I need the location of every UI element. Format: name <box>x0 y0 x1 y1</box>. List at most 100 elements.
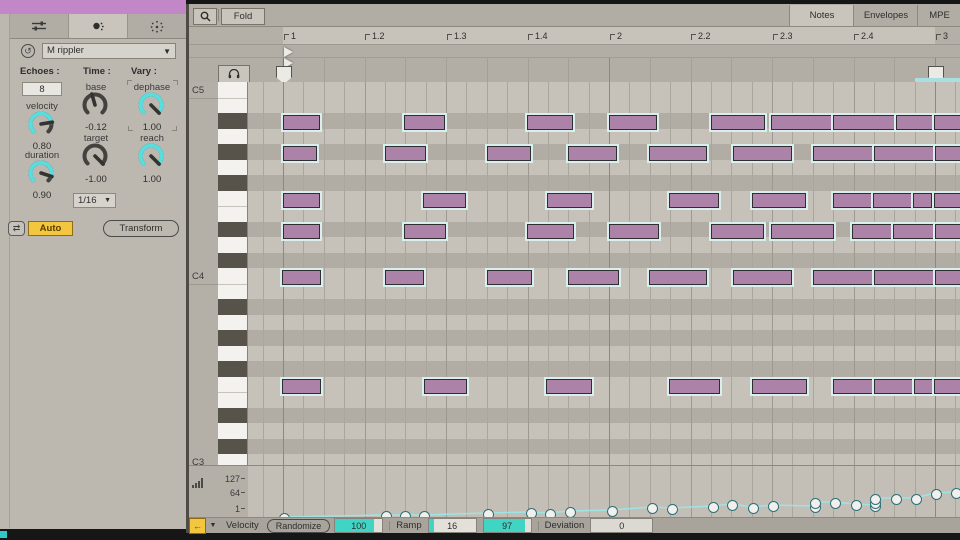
velocity-marker[interactable] <box>545 509 556 518</box>
midi-note[interactable] <box>933 144 960 163</box>
velocity-marker[interactable] <box>911 494 922 505</box>
velocity-marker[interactable] <box>851 500 862 511</box>
velocity-marker[interactable] <box>647 503 658 514</box>
piano-key-black[interactable] <box>218 253 248 269</box>
piano-key-black[interactable] <box>218 330 248 346</box>
tab-notes[interactable]: Notes <box>789 5 854 26</box>
midi-note[interactable] <box>402 222 448 241</box>
midi-note[interactable] <box>485 144 533 163</box>
midi-note[interactable] <box>281 144 319 163</box>
midi-note[interactable] <box>544 377 594 396</box>
midi-note[interactable] <box>731 268 794 287</box>
midi-note[interactable] <box>667 191 721 210</box>
midi-note[interactable] <box>422 377 469 396</box>
tab-focus[interactable] <box>128 14 186 38</box>
auto-button[interactable]: Auto <box>28 221 73 236</box>
midi-note[interactable] <box>709 113 767 132</box>
velocity-lane[interactable] <box>248 465 960 517</box>
midi-note[interactable] <box>891 222 939 241</box>
midi-note[interactable] <box>831 113 897 132</box>
velocity-marker[interactable] <box>768 501 779 512</box>
midi-note[interactable] <box>731 144 794 163</box>
search-button[interactable] <box>193 8 217 25</box>
velocity-marker[interactable] <box>565 507 576 518</box>
target-knob[interactable] <box>81 142 109 170</box>
ramp-from-field[interactable]: 16 <box>428 518 477 533</box>
velocity-marker[interactable] <box>748 503 759 514</box>
midi-note[interactable] <box>769 113 835 132</box>
midi-note[interactable] <box>281 191 322 210</box>
midi-note[interactable] <box>709 222 766 241</box>
midi-note[interactable] <box>850 222 897 241</box>
start-marker-icon[interactable] <box>284 47 293 57</box>
midi-note[interactable] <box>280 268 323 287</box>
midi-note[interactable] <box>647 144 709 163</box>
midi-note[interactable] <box>281 113 322 132</box>
duration-knob[interactable] <box>27 159 55 187</box>
midi-note[interactable] <box>525 113 575 132</box>
dephase-knob[interactable] <box>137 91 165 119</box>
midi-note[interactable] <box>750 191 808 210</box>
device-selector-dropdown[interactable]: M rippler ▼ <box>42 43 176 59</box>
velocity-marker[interactable] <box>526 508 537 518</box>
note-grid[interactable] <box>248 82 960 465</box>
piano-key-black[interactable] <box>218 361 248 377</box>
midi-note[interactable] <box>933 222 960 241</box>
velocity-marker[interactable] <box>607 506 618 517</box>
base-knob[interactable] <box>81 91 109 119</box>
midi-note[interactable] <box>566 144 619 163</box>
lane-fold-button[interactable]: ← <box>189 518 206 534</box>
piano-key-black[interactable] <box>218 299 248 315</box>
midi-note[interactable] <box>281 222 322 241</box>
randomize-amount-field[interactable]: 100 <box>334 518 383 533</box>
marker-lane[interactable] <box>189 45 960 82</box>
velocity-marker[interactable] <box>931 489 942 500</box>
hot-swap-icon[interactable]: ↺ <box>21 44 35 58</box>
piano-key-black[interactable] <box>218 175 248 191</box>
midi-note[interactable] <box>607 222 661 241</box>
midi-note[interactable] <box>811 144 877 163</box>
midi-note[interactable] <box>525 222 576 241</box>
midi-note[interactable] <box>932 113 960 132</box>
midi-note[interactable] <box>933 268 960 287</box>
piano-key-black[interactable] <box>218 408 248 424</box>
piano-key-black[interactable] <box>218 222 248 238</box>
tab-clip-sliders[interactable] <box>10 14 69 38</box>
midi-note[interactable] <box>647 268 709 287</box>
tab-mpe[interactable]: MPE <box>917 5 960 26</box>
beat-time-ruler[interactable]: 11.21.31.422.22.32.43 <box>189 27 960 45</box>
midi-note[interactable] <box>383 268 426 287</box>
fold-button[interactable]: Fold <box>221 8 265 25</box>
midi-note[interactable] <box>485 268 534 287</box>
rate-dropdown[interactable]: 1/16 ▼ <box>73 193 116 208</box>
piano-keyboard[interactable] <box>218 82 248 465</box>
midi-note[interactable] <box>421 191 468 210</box>
midi-note[interactable] <box>667 377 722 396</box>
velocity-marker[interactable] <box>667 504 678 515</box>
preview-button[interactable] <box>218 65 250 82</box>
velocity-marker[interactable] <box>483 509 494 518</box>
midi-note[interactable] <box>402 113 447 132</box>
midi-note[interactable] <box>894 113 936 132</box>
reach-knob[interactable] <box>137 142 165 170</box>
midi-note[interactable] <box>750 377 809 396</box>
randomize-button[interactable]: Randomize <box>267 519 331 533</box>
clip-color-bar[interactable] <box>0 0 186 14</box>
lane-select-dropdown[interactable]: ▼ <box>206 522 220 529</box>
velocity-marker[interactable] <box>727 500 738 511</box>
echoes-count-field[interactable]: 8 <box>22 82 62 96</box>
transform-button[interactable]: Transform <box>103 220 179 237</box>
velocity-knob[interactable] <box>27 110 55 138</box>
midi-note[interactable] <box>383 144 428 163</box>
velocity-marker[interactable] <box>870 494 881 505</box>
midi-note[interactable] <box>932 191 960 210</box>
ramp-to-field[interactable]: 97 <box>483 518 532 533</box>
deviation-field[interactable]: 0 <box>590 518 653 533</box>
piano-key-black[interactable] <box>218 113 248 129</box>
midi-note[interactable] <box>911 191 934 210</box>
velocity-marker[interactable] <box>810 498 821 509</box>
midi-note[interactable] <box>280 377 323 396</box>
piano-key-black[interactable] <box>218 144 248 160</box>
tab-note-expression[interactable] <box>69 14 128 38</box>
piano-key-black[interactable] <box>218 439 248 455</box>
